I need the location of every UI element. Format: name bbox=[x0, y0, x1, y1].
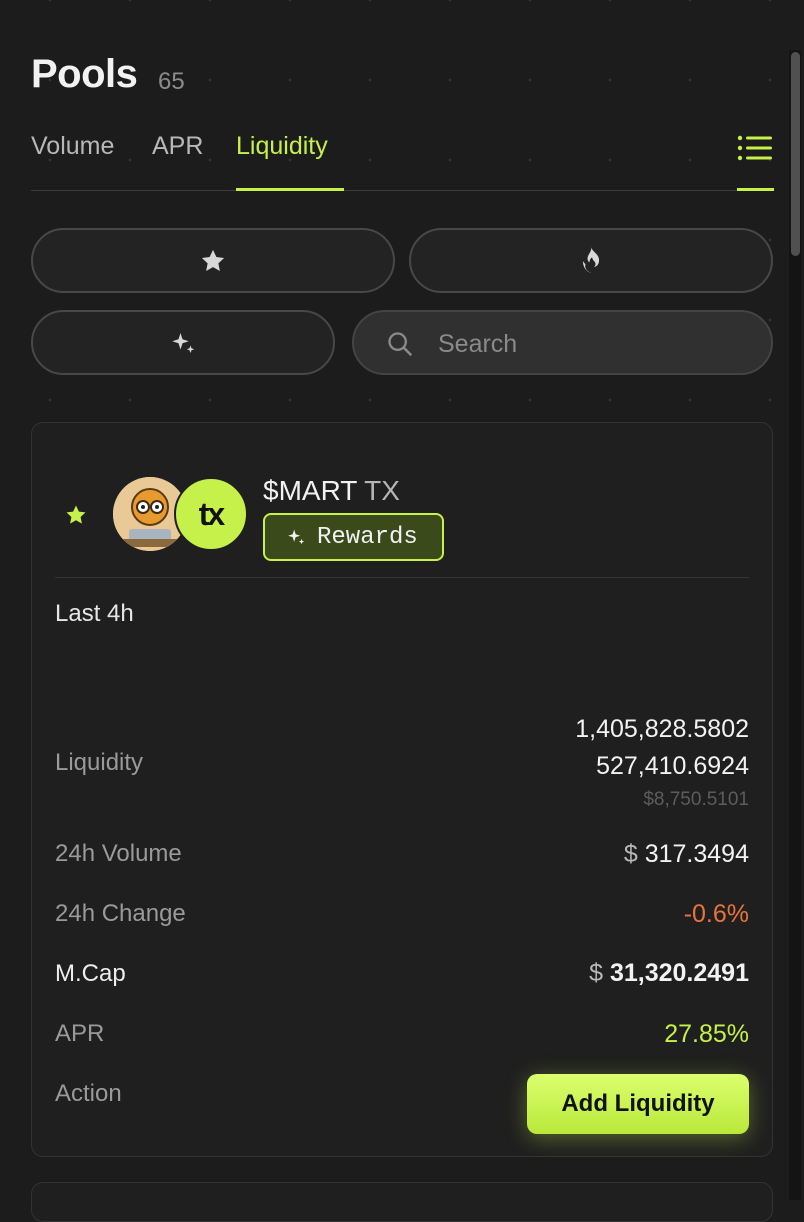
liquidity-label: Liquidity bbox=[55, 749, 144, 776]
star-icon bbox=[66, 505, 86, 524]
liquidity-usd-value: $8,750.5101 bbox=[643, 789, 749, 810]
liquidity-base-amount: 1,405,828.5802 bbox=[575, 715, 749, 743]
pool-count: 65 bbox=[158, 68, 185, 95]
card-divider bbox=[55, 577, 749, 578]
scrollbar-thumb[interactable] bbox=[791, 52, 800, 256]
pool-pair: $MART TX bbox=[263, 475, 400, 507]
action-label: Action bbox=[55, 1080, 122, 1107]
next-pool-card bbox=[31, 1182, 773, 1222]
trending-filter-button[interactable] bbox=[409, 228, 773, 293]
quote-token-symbol: TX bbox=[364, 475, 400, 506]
list-view-button[interactable] bbox=[737, 134, 773, 162]
new-pools-filter-button[interactable] bbox=[31, 310, 335, 375]
mcap-amount: 31,320.2491 bbox=[609, 959, 749, 987]
currency-symbol: $ bbox=[589, 959, 604, 987]
mcap-label: M.Cap bbox=[55, 960, 126, 987]
add-liquidity-button[interactable]: Add Liquidity bbox=[527, 1074, 749, 1134]
apr-label: APR bbox=[55, 1020, 105, 1047]
tab-liquidity[interactable]: Liquidity bbox=[236, 132, 328, 161]
tab-apr[interactable]: APR bbox=[152, 132, 203, 161]
currency-symbol: $ bbox=[623, 840, 638, 868]
search-input[interactable] bbox=[436, 324, 760, 364]
favorite-star-button[interactable] bbox=[64, 503, 88, 532]
list-view-indicator bbox=[737, 188, 774, 191]
page-title: Pools bbox=[31, 52, 138, 96]
fire-icon bbox=[582, 246, 600, 273]
volume-24h-value: $ 317.3494 bbox=[624, 840, 749, 869]
base-token-symbol: $MART bbox=[263, 475, 357, 506]
rewards-label: Rewards bbox=[317, 523, 418, 551]
star-icon bbox=[201, 249, 225, 271]
tabs-divider bbox=[31, 190, 773, 191]
liquidity-quote-amount: 527,410.6924 bbox=[596, 752, 749, 780]
change-24h-value: -0.6% bbox=[683, 900, 749, 928]
list-icon bbox=[737, 135, 772, 161]
tab-volume[interactable]: Volume bbox=[31, 132, 114, 161]
sparkles-icon bbox=[288, 529, 305, 545]
favorites-filter-button[interactable] bbox=[31, 228, 395, 293]
active-tab-indicator bbox=[236, 188, 344, 191]
search-field[interactable] bbox=[352, 310, 773, 375]
mcap-value: $ 31,320.2491 bbox=[589, 959, 749, 988]
change-24h-label: 24h Change bbox=[55, 900, 186, 927]
search-icon bbox=[388, 332, 412, 356]
volume-24h-amount: 317.3494 bbox=[644, 840, 749, 868]
apr-value: 27.85% bbox=[664, 1020, 749, 1048]
tx-token-avatar: tx bbox=[174, 477, 248, 551]
sparkles-icon bbox=[172, 332, 195, 353]
volume-24h-label: 24h Volume bbox=[55, 840, 182, 867]
tx-logo: tx bbox=[198, 495, 225, 532]
period-label: Last 4h bbox=[55, 600, 134, 627]
rewards-badge: Rewards bbox=[263, 513, 444, 561]
